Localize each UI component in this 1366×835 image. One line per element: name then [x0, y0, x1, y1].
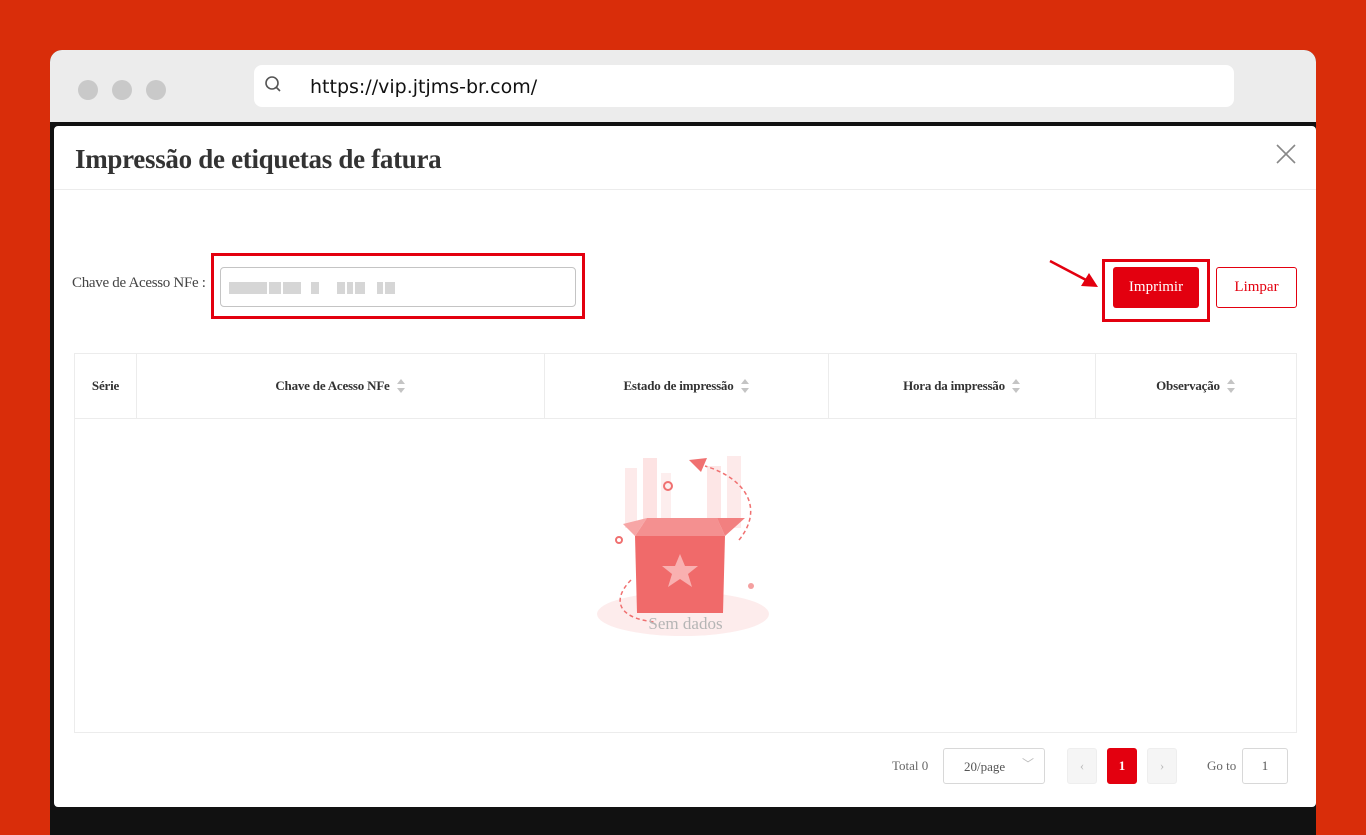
column-header-print-time[interactable]: Hora da impressão: [829, 354, 1096, 418]
modal-title: Impressão de etiquetas de fatura: [75, 144, 442, 174]
labels-table: Série Chave de Acesso NFe Estado de impr…: [74, 353, 1297, 733]
close-icon[interactable]: [1274, 142, 1298, 166]
page-size-select[interactable]: 20/page ﹀: [943, 748, 1045, 784]
print-button[interactable]: Imprimir: [1113, 267, 1199, 308]
page-button-current[interactable]: 1: [1107, 748, 1137, 784]
print-labels-modal: Impressão de etiquetas de fatura Chave d…: [54, 126, 1316, 807]
address-bar[interactable]: https://vip.jtjms-br.com/: [254, 65, 1234, 107]
column-header-serie[interactable]: Série: [75, 354, 137, 418]
next-page-button[interactable]: ›: [1147, 748, 1177, 784]
empty-state-text: Sem dados: [648, 614, 723, 633]
sort-icon[interactable]: [1226, 379, 1236, 393]
header-divider: [54, 189, 1316, 190]
chevron-right-icon: ›: [1159, 758, 1165, 773]
empty-box-illustration: [597, 456, 769, 636]
sort-icon[interactable]: [1011, 379, 1021, 393]
window-dot-maximize[interactable]: [146, 80, 166, 100]
page-size-value: 20/page: [964, 759, 1006, 774]
sort-icon[interactable]: [396, 379, 406, 393]
url-text: https://vip.jtjms-br.com/: [310, 76, 538, 98]
chevron-down-icon: ﹀: [1021, 757, 1034, 771]
table-header: Série Chave de Acesso NFe Estado de impr…: [75, 354, 1296, 419]
prev-page-button[interactable]: ‹: [1067, 748, 1097, 784]
column-label: Chave de Acesso NFe: [275, 378, 390, 393]
chevron-left-icon: ‹: [1079, 758, 1085, 773]
goto-page-input[interactable]: [1242, 748, 1288, 784]
total-count: Total 0: [892, 758, 929, 773]
column-label: Estado de impressão: [623, 378, 734, 393]
window-dot-minimize[interactable]: [112, 80, 132, 100]
browser-window: https://vip.jtjms-br.com/ Impressão de e…: [50, 50, 1316, 835]
column-header-observation[interactable]: Observação: [1096, 354, 1296, 418]
column-label: Série: [91, 378, 120, 393]
sort-icon[interactable]: [740, 379, 750, 393]
window-dot-close[interactable]: [78, 80, 98, 100]
column-label: Observação: [1156, 378, 1220, 393]
nfe-key-label: Chave de Acesso NFe :: [72, 275, 206, 291]
pagination: Total 0 20/page ﹀ ‹ 1 › Go to: [54, 746, 1316, 786]
column-header-print-status[interactable]: Estado de impressão: [545, 354, 829, 418]
clear-button[interactable]: Limpar: [1216, 267, 1297, 308]
pointer-arrow-icon: [1049, 259, 1098, 287]
search-icon: [265, 76, 281, 92]
browser-chrome: https://vip.jtjms-br.com/: [50, 50, 1316, 122]
column-label: Hora da impressão: [903, 378, 1005, 393]
goto-label: Go to: [1207, 758, 1237, 773]
redacted-input-value: [229, 282, 395, 294]
column-header-nfe-key[interactable]: Chave de Acesso NFe: [137, 354, 545, 418]
